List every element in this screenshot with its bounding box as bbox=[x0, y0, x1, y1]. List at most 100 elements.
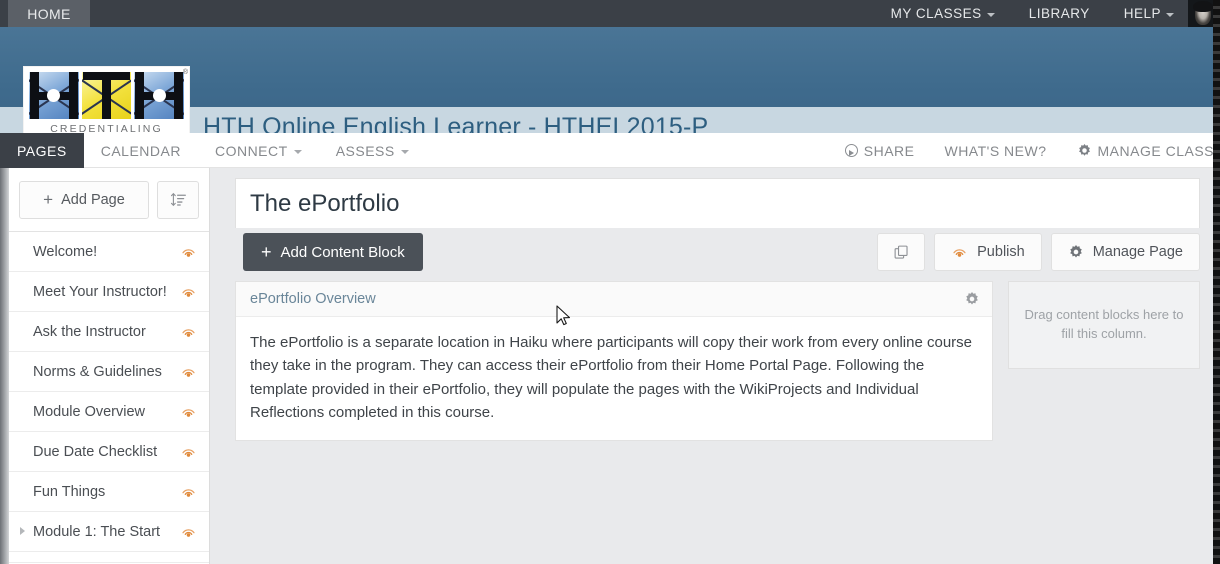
tab-calendar-label: CALENDAR bbox=[100, 142, 181, 159]
chevron-right-icon[interactable] bbox=[20, 527, 25, 535]
share-icon bbox=[844, 144, 858, 157]
sidebar-item-module-1-the-start[interactable]: Module 1: The Start bbox=[9, 511, 209, 551]
tab-connect-label: CONNECT bbox=[214, 142, 288, 159]
content-block-body: The ePortfolio is a separate location in… bbox=[250, 334, 972, 421]
tab-assess-label: ASSESS bbox=[335, 142, 395, 159]
section-nav: PAGES CALENDAR CONNECT ASSESS SHARE WHAT… bbox=[0, 133, 1220, 168]
gear-icon[interactable] bbox=[964, 291, 980, 307]
top-nav: MY CLASSES LIBRARY HELP bbox=[891, 0, 1174, 27]
gear-icon bbox=[1069, 245, 1082, 258]
add-content-block-label: Add Content Block bbox=[280, 243, 405, 261]
broadcast-published-icon bbox=[182, 288, 195, 297]
sidebar-item-label: Module Overview bbox=[33, 403, 146, 420]
sidebar-item-label: Ask the Instructor bbox=[33, 323, 146, 340]
sidebar-item-label: Norms & Guidelines bbox=[33, 363, 162, 380]
left-edge-shadow bbox=[0, 168, 9, 564]
registered-trademark-icon: ® bbox=[182, 69, 188, 76]
sidebar-item-meet-your-instructor[interactable]: Meet Your Instructor! bbox=[9, 271, 209, 311]
sidebar-item-module-overview[interactable]: Module Overview bbox=[9, 391, 209, 431]
sidebar-item-ask-the-instructor[interactable]: Ask the Instructor bbox=[9, 311, 209, 351]
manage-page-label: Manage Page bbox=[1092, 244, 1183, 260]
sort-order-icon bbox=[170, 192, 186, 207]
page-title: The ePortfolio bbox=[250, 189, 400, 217]
top-nav-item-help[interactable]: HELP bbox=[1124, 6, 1174, 21]
tab-connect[interactable]: CONNECT bbox=[198, 133, 319, 168]
top-nav-label-my-classes: MY CLASSES bbox=[890, 6, 982, 21]
manage-class-button[interactable]: MANAGE CLASS bbox=[1077, 143, 1214, 159]
tab-pages-label: PAGES bbox=[17, 142, 67, 159]
logo-letter-h-right bbox=[134, 72, 185, 119]
sidebar-item-label: Welcome! bbox=[33, 243, 98, 260]
add-page-button[interactable]: + Add Page bbox=[19, 180, 149, 219]
logo-letter-h-left bbox=[29, 72, 79, 119]
plus-icon: + bbox=[261, 242, 272, 262]
add-content-block-button[interactable]: + Add Content Block bbox=[243, 233, 423, 271]
mouse-cursor bbox=[556, 305, 571, 326]
content-block-header: ePortfolio Overview bbox=[236, 282, 992, 317]
broadcast-published-icon bbox=[182, 408, 195, 417]
sidebar-item-label: Module 1: The Start bbox=[33, 523, 161, 540]
chevron-down-icon bbox=[986, 12, 995, 17]
publish-button[interactable]: Publish bbox=[934, 233, 1042, 271]
whats-new-button[interactable]: WHAT'S NEW? bbox=[944, 143, 1046, 159]
top-nav-label-help: HELP bbox=[1123, 6, 1161, 21]
duplicate-icon bbox=[894, 245, 908, 259]
home-tab-label: HOME bbox=[27, 6, 71, 22]
page-toolbar: + Add Content Block Publish Manage Page bbox=[235, 228, 1200, 276]
duplicate-page-button[interactable] bbox=[877, 233, 926, 271]
logo-letter-t-middle bbox=[81, 72, 132, 119]
tab-calendar[interactable]: CALENDAR bbox=[84, 133, 198, 168]
logo-dot bbox=[152, 89, 166, 102]
hth-credentialing-logo: ® CREDENTIALING bbox=[23, 66, 190, 141]
manage-class-label: MANAGE CLASS bbox=[1097, 142, 1214, 159]
content-dropzone[interactable]: Drag content blocks here to fill this co… bbox=[1008, 281, 1200, 369]
logo-stroke bbox=[102, 72, 111, 119]
share-button[interactable]: SHARE bbox=[844, 143, 915, 159]
whats-new-label: WHAT'S NEW? bbox=[944, 142, 1047, 159]
broadcast-publish-icon bbox=[953, 248, 966, 257]
plus-icon: + bbox=[43, 190, 54, 209]
sort-pages-button[interactable] bbox=[157, 180, 199, 219]
main-content: The ePortfolio + Add Content Block Publi… bbox=[210, 168, 1220, 564]
chevron-down-icon bbox=[400, 149, 409, 154]
vertical-scrollbar[interactable] bbox=[1213, 0, 1220, 564]
top-nav-item-my-classes[interactable]: MY CLASSES bbox=[891, 6, 995, 21]
broadcast-published-icon bbox=[182, 328, 195, 337]
page-list: Welcome! Meet Your Instructor! Ask the I… bbox=[9, 231, 209, 563]
content-column-side: Drag content blocks here to fill this co… bbox=[1008, 281, 1200, 441]
broadcast-published-icon bbox=[182, 368, 195, 377]
sidebar-item-label: Fun Things bbox=[33, 483, 106, 500]
top-nav-label-library: LIBRARY bbox=[1028, 6, 1090, 21]
top-portal-bar: HOME MY CLASSES LIBRARY HELP bbox=[0, 0, 1220, 27]
gear-icon bbox=[1078, 143, 1090, 156]
section-nav-left: PAGES CALENDAR CONNECT ASSESS bbox=[0, 133, 426, 168]
haiku-lms-screen: HOME MY CLASSES LIBRARY HELP ® CREDENTIA… bbox=[0, 0, 1220, 564]
content-block-title[interactable]: ePortfolio Overview bbox=[250, 291, 376, 307]
page-list-partial-row bbox=[9, 551, 209, 563]
broadcast-published-icon bbox=[182, 448, 195, 457]
chevron-down-icon bbox=[1166, 12, 1174, 17]
sidebar-item-label: Meet Your Instructor! bbox=[33, 283, 167, 300]
page-header: The ePortfolio bbox=[235, 178, 1200, 228]
content-column-main: ePortfolio Overview The ePortfolio is a … bbox=[235, 281, 993, 441]
broadcast-published-icon bbox=[182, 528, 195, 537]
content-block: ePortfolio Overview The ePortfolio is a … bbox=[235, 281, 993, 441]
avatar-hair bbox=[1193, 1, 1213, 12]
sidebar-item-due-date-checklist[interactable]: Due Date Checklist bbox=[9, 431, 209, 471]
sidebar-item-norms-and-guidelines[interactable]: Norms & Guidelines bbox=[9, 351, 209, 391]
tab-assess[interactable]: ASSESS bbox=[319, 133, 426, 168]
sidebar-item-label: Due Date Checklist bbox=[33, 443, 158, 460]
broadcast-published-icon bbox=[182, 488, 195, 497]
home-tab[interactable]: HOME bbox=[8, 0, 90, 27]
pages-sidebar: + Add Page Welcome! Meet Your Instructor… bbox=[9, 168, 210, 564]
top-nav-item-library[interactable]: LIBRARY bbox=[1029, 6, 1090, 21]
broadcast-published-icon bbox=[182, 248, 195, 257]
content-columns: ePortfolio Overview The ePortfolio is a … bbox=[235, 281, 1220, 441]
sidebar-item-welcome[interactable]: Welcome! bbox=[9, 231, 209, 271]
publish-label: Publish bbox=[977, 244, 1025, 260]
logo-marks bbox=[29, 72, 185, 119]
course-banner: ® CREDENTIALING HTH Online English Learn… bbox=[0, 27, 1220, 151]
tab-pages[interactable]: PAGES bbox=[0, 133, 84, 168]
sidebar-item-fun-things[interactable]: Fun Things bbox=[9, 471, 209, 511]
manage-page-button[interactable]: Manage Page bbox=[1050, 233, 1200, 271]
